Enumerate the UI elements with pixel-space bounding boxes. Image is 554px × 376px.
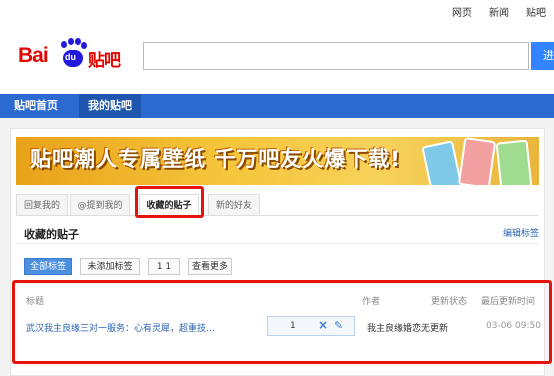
section-title: 收藏的贴子: [24, 228, 79, 241]
filter-more[interactable]: 查看更多: [188, 258, 232, 275]
edit-tags-link[interactable]: 编辑标签: [503, 226, 539, 239]
top-link-tieba[interactable]: 贴吧: [526, 4, 546, 19]
edit-pencil-icon[interactable]: ✎: [334, 319, 343, 332]
tab-highlight-box: [135, 186, 204, 218]
nav-tieba-home[interactable]: 贴吧首页: [5, 94, 67, 118]
post-tag-count: 1: [290, 321, 296, 331]
paw-icon: du: [58, 38, 88, 68]
logo-du-text: du: [65, 52, 76, 62]
logo-bai-text: Bai: [18, 44, 49, 67]
promo-banner[interactable]: 贴吧潮人专属壁纸 千万吧友火爆下载!: [16, 137, 539, 185]
filter-all-tags[interactable]: 全部标签: [24, 258, 72, 275]
tab-new-friends[interactable]: 新的好友: [208, 194, 260, 216]
phone-image-1: [421, 140, 463, 185]
header-status: 更新状态: [431, 297, 468, 307]
top-links: 网页 新闻 贴吧: [452, 4, 546, 19]
post-update-status: 无更新: [421, 324, 449, 334]
header-author: 作者: [362, 297, 381, 307]
post-author[interactable]: 我主良缘婚恋: [367, 321, 421, 334]
phone-image-2: [457, 137, 497, 185]
remove-icon[interactable]: ×: [318, 318, 328, 332]
top-link-web[interactable]: 网页: [452, 4, 472, 19]
header-last-update: 最后更新时间: [481, 297, 536, 307]
filter-untagged[interactable]: 未添加标签: [80, 258, 140, 275]
section-divider: [16, 243, 538, 244]
search-button[interactable]: 进: [531, 42, 554, 70]
nav-my-tieba[interactable]: 我的贴吧: [79, 94, 141, 118]
tab-mentions[interactable]: @提到我的: [70, 194, 130, 216]
search-input[interactable]: [143, 42, 529, 70]
logo-tieba-text: 贴吧: [88, 51, 121, 71]
tab-replies[interactable]: 回复我的: [16, 194, 68, 216]
post-last-update: 03-06 09:50: [486, 321, 541, 331]
banner-text: 贴吧潮人专属壁纸 千万吧友火爆下载!: [30, 147, 401, 171]
post-tag-box: 1 × ✎: [267, 316, 355, 336]
filter-tag-11[interactable]: 1 1: [148, 258, 180, 275]
top-link-news[interactable]: 新闻: [489, 4, 509, 19]
phone-image-3: [495, 139, 533, 185]
header-title: 标题: [26, 297, 45, 307]
main-nav: 贴吧首页 我的贴吧: [0, 94, 554, 118]
post-title-link[interactable]: 武汉我主良缘三对一服务：心有灵犀，超重技…: [26, 321, 215, 334]
baidu-tieba-logo[interactable]: Bai du 贴吧: [18, 38, 130, 74]
